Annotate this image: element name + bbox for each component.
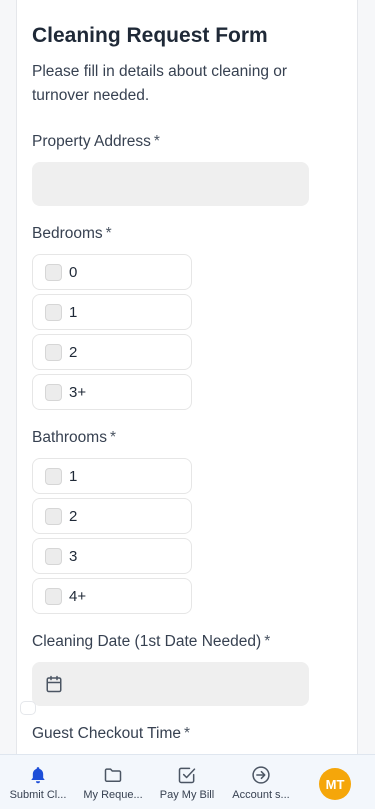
checkbox[interactable] xyxy=(45,263,62,281)
bottom-nav: Submit Cl... My Reque... Pay My Bill Acc… xyxy=(0,754,375,809)
form-description: Please fill in details about cleaning or… xyxy=(32,63,288,104)
bedrooms-option-3plus[interactable]: 3+ xyxy=(32,374,192,410)
form-title: Cleaning Request Form xyxy=(32,24,268,47)
cleaning-date-input[interactable] xyxy=(32,662,309,706)
required-marker: * xyxy=(184,725,191,742)
bathrooms-option-2[interactable]: 2 xyxy=(32,498,192,534)
checkbox[interactable] xyxy=(45,467,62,485)
checkbox[interactable] xyxy=(45,343,62,361)
nav-submit-cleaning[interactable]: Submit Cl... xyxy=(4,755,72,809)
guest-checkout-label: Guest Checkout Time * xyxy=(32,725,190,743)
property-address-label: Property Address * xyxy=(32,133,160,151)
property-address-input[interactable] xyxy=(32,162,309,206)
guest-checkout-label-text: Guest Checkout Time xyxy=(32,725,182,742)
bell-icon xyxy=(31,767,45,784)
checkbox[interactable] xyxy=(45,507,62,525)
required-marker: * xyxy=(105,225,112,242)
cleaning-date-label-text: Cleaning Date (1st Date Needed) xyxy=(32,633,262,650)
checkbox[interactable] xyxy=(45,303,62,321)
nav-account[interactable]: Account s... xyxy=(226,755,296,809)
calendar-icon xyxy=(46,675,62,693)
checkbox[interactable] xyxy=(45,547,62,565)
option-label: 1 xyxy=(69,303,78,321)
bathrooms-option-3[interactable]: 3 xyxy=(32,538,192,574)
cleaning-date-label: Cleaning Date (1st Date Needed) * xyxy=(32,633,270,651)
property-address-label-text: Property Address xyxy=(32,133,151,150)
nav-label: My Reque... xyxy=(83,789,143,801)
option-label: 2 xyxy=(69,343,78,361)
option-label: 4+ xyxy=(69,587,87,605)
folder-icon xyxy=(104,768,122,782)
sign-in-icon xyxy=(252,766,270,784)
option-label: 0 xyxy=(69,263,78,281)
nav-label: Account s... xyxy=(232,789,290,801)
bedrooms-option-2[interactable]: 2 xyxy=(32,334,192,370)
option-label: 1 xyxy=(69,467,78,485)
bathrooms-option-4plus[interactable]: 4+ xyxy=(32,578,192,614)
checkbox[interactable] xyxy=(45,383,62,401)
option-label: 2 xyxy=(69,507,78,525)
nav-my-requests[interactable]: My Reque... xyxy=(78,755,148,809)
nav-label: Pay My Bill xyxy=(159,789,215,801)
required-marker: * xyxy=(264,633,271,650)
checkbox[interactable] xyxy=(45,587,62,605)
bathrooms-option-1[interactable]: 1 xyxy=(32,458,192,494)
bedrooms-label: Bedrooms * xyxy=(32,225,112,243)
option-label: 3 xyxy=(69,547,78,565)
sidebar-toggle[interactable] xyxy=(20,701,36,715)
option-label: 3+ xyxy=(69,383,87,401)
nav-pay-my-bill[interactable]: Pay My Bill xyxy=(154,755,220,809)
bedrooms-label-text: Bedrooms xyxy=(32,225,103,242)
bedrooms-option-0[interactable]: 0 xyxy=(32,254,192,290)
required-marker: * xyxy=(153,133,160,150)
bedrooms-option-1[interactable]: 1 xyxy=(32,294,192,330)
bathrooms-label: Bathrooms * xyxy=(32,429,116,447)
checkbox-icon xyxy=(178,767,196,784)
avatar[interactable]: MT xyxy=(319,768,351,800)
required-marker: * xyxy=(109,429,116,446)
bathrooms-label-text: Bathrooms xyxy=(32,429,107,446)
nav-label: Submit Cl... xyxy=(9,789,67,801)
